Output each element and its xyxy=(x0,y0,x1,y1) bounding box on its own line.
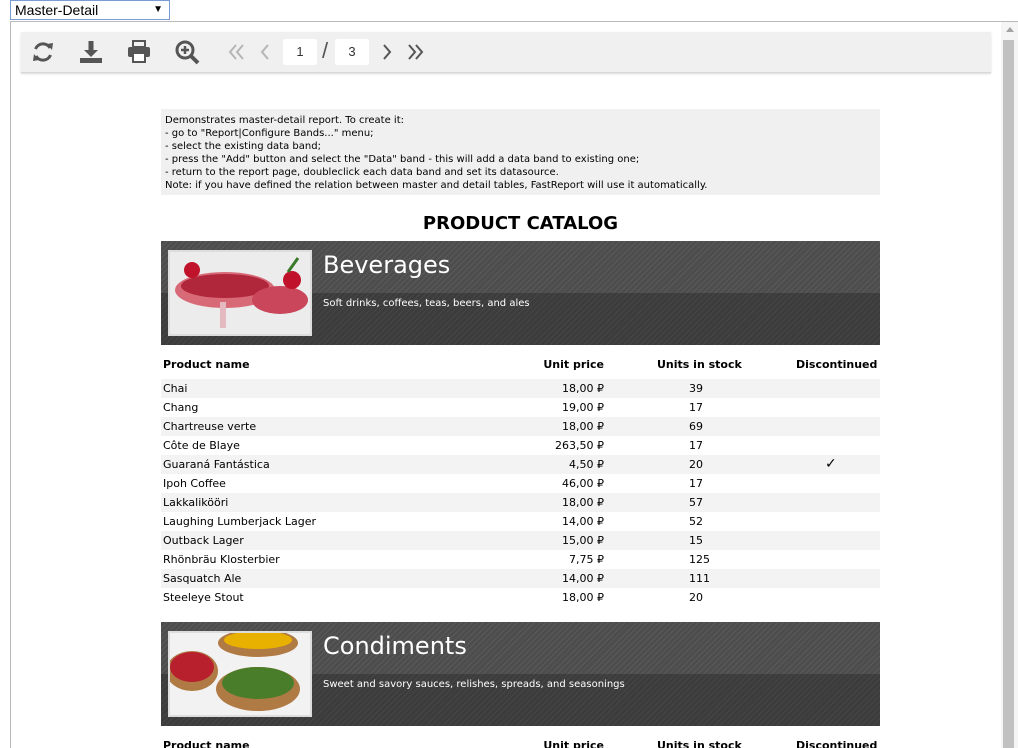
table-row: Sasquatch Ale 14,00 ₽ 111 xyxy=(161,569,880,588)
unit-price: 46,00 ₽ xyxy=(562,477,604,490)
product-name: Sasquatch Ale xyxy=(163,572,242,585)
units-in-stock: 20 xyxy=(689,591,703,604)
column-headers: Product name Unit price Units in stock D… xyxy=(161,345,880,375)
zoom-button[interactable] xyxy=(173,38,201,66)
category-name: Condiments xyxy=(323,632,467,660)
table-row: Ipoh Coffee 46,00 ₽ 17 xyxy=(161,474,880,493)
report-title: PRODUCT CATALOG xyxy=(422,213,619,234)
report-page: Demonstrates master-detail report. To cr… xyxy=(161,109,880,748)
units-in-stock: 39 xyxy=(689,382,703,395)
chevron-right-icon xyxy=(383,44,392,60)
product-name: Chartreuse verte xyxy=(163,420,257,433)
product-name: Guaraná Fantástica xyxy=(163,458,270,471)
unit-price: 7,75 ₽ xyxy=(569,553,604,566)
units-in-stock: 69 xyxy=(689,420,703,433)
print-button[interactable] xyxy=(125,38,153,66)
scroll-up-arrow-icon[interactable] xyxy=(1006,27,1014,32)
scroll-thumb[interactable] xyxy=(1003,40,1014,748)
category-photo-beverages xyxy=(168,250,312,336)
unit-price: 18,00 ₽ xyxy=(562,420,604,433)
unit-price: 263,50 ₽ xyxy=(555,439,604,452)
units-in-stock: 111 xyxy=(689,572,710,585)
category-description: Soft drinks, coffees, teas, beers, and a… xyxy=(323,298,530,309)
col-header-unit-price: Unit price xyxy=(543,739,604,748)
category-description: Sweet and savory sauces, relishes, sprea… xyxy=(323,679,625,690)
product-name: Lakkalikööri xyxy=(163,496,229,509)
page-separator: / xyxy=(322,38,329,63)
units-in-stock: 20 xyxy=(689,458,703,471)
col-header-discontinued: Discontinued xyxy=(796,739,878,748)
toolbar: 1 / 3 xyxy=(21,32,991,73)
table-row: Côte de Blaye 263,50 ₽ 17 xyxy=(161,436,880,455)
vertical-scrollbar[interactable] xyxy=(1001,22,1018,748)
unit-price: 4,50 ₽ xyxy=(569,458,604,471)
double-chevron-right-icon xyxy=(408,44,424,60)
col-header-units-in-stock: Units in stock xyxy=(657,358,742,371)
category-photo-condiments xyxy=(168,631,312,717)
unit-price: 18,00 ₽ xyxy=(562,382,604,395)
units-in-stock: 17 xyxy=(689,477,703,490)
report-description: Demonstrates master-detail report. To cr… xyxy=(161,109,880,195)
col-header-units-in-stock: Units in stock xyxy=(657,739,742,748)
product-name: Chang xyxy=(163,401,199,414)
product-name: Chai xyxy=(163,382,188,395)
category-band-condiments: Condiments Sweet and savory sauces, reli… xyxy=(161,622,880,726)
product-name: Ipoh Coffee xyxy=(163,477,226,490)
zoom-in-icon xyxy=(175,40,200,65)
units-in-stock: 17 xyxy=(689,439,703,452)
table-row: Chartreuse verte 18,00 ₽ 69 xyxy=(161,417,880,436)
table-row: Lakkalikööri 18,00 ₽ 57 xyxy=(161,493,880,512)
table-row: Guaraná Fantástica 4,50 ₽ 20 ✓ xyxy=(161,455,880,474)
total-pages: 3 xyxy=(335,39,369,65)
product-name: Laughing Lumberjack Lager xyxy=(163,515,317,528)
table-row: Rhönbräu Klosterbier 7,75 ₽ 125 xyxy=(161,550,880,569)
table-row: Chang 19,00 ₽ 17 xyxy=(161,398,880,417)
discontinued-check-icon: ✓ xyxy=(825,456,837,472)
product-table-beverages: Chai 18,00 ₽ 39 Chang 19,00 ₽ 17 Chartreuse … xyxy=(161,379,880,607)
unit-price: 14,00 ₽ xyxy=(562,515,604,528)
prev-page-button[interactable] xyxy=(254,38,276,66)
product-name: Côte de Blaye xyxy=(163,439,240,452)
unit-price: 15,00 ₽ xyxy=(562,534,604,547)
download-button[interactable] xyxy=(77,38,105,66)
column-headers: Product name Unit price Units in stock D… xyxy=(161,726,880,748)
units-in-stock: 125 xyxy=(689,553,710,566)
units-in-stock: 52 xyxy=(689,515,703,528)
current-page-input[interactable]: 1 xyxy=(283,39,317,65)
report-select[interactable]: Master-Detail ▼ xyxy=(10,0,170,20)
report-select-value: Master-Detail xyxy=(15,2,99,18)
report-viewer: 1 / 3 Demonstrates master-detail report.… xyxy=(10,21,1018,748)
first-page-button[interactable] xyxy=(226,38,248,66)
print-icon xyxy=(128,40,150,63)
unit-price: 18,00 ₽ xyxy=(562,496,604,509)
unit-price: 19,00 ₽ xyxy=(562,401,604,414)
next-page-button[interactable] xyxy=(376,38,398,66)
table-row: Steeleye Stout 18,00 ₽ 20 xyxy=(161,588,880,607)
units-in-stock: 15 xyxy=(689,534,703,547)
table-row: Chai 18,00 ₽ 39 xyxy=(161,379,880,398)
category-band-beverages: Beverages Soft drinks, coffees, teas, be… xyxy=(161,241,880,345)
download-icon xyxy=(80,41,102,63)
last-page-button[interactable] xyxy=(404,38,426,66)
table-row: Laughing Lumberjack Lager 14,00 ₽ 52 xyxy=(161,512,880,531)
refresh-icon xyxy=(33,42,53,62)
units-in-stock: 57 xyxy=(689,496,703,509)
col-header-product-name: Product name xyxy=(163,358,250,371)
col-header-unit-price: Unit price xyxy=(543,358,604,371)
product-name: Steeleye Stout xyxy=(163,591,244,604)
category-name: Beverages xyxy=(323,251,451,279)
unit-price: 18,00 ₽ xyxy=(562,591,604,604)
refresh-button[interactable] xyxy=(29,38,57,66)
col-header-discontinued: Discontinued xyxy=(796,358,878,371)
product-name: Rhönbräu Klosterbier xyxy=(163,553,280,566)
dropdown-arrow-icon: ▼ xyxy=(153,4,163,15)
double-chevron-left-icon xyxy=(228,44,244,60)
col-header-product-name: Product name xyxy=(163,739,250,748)
chevron-left-icon xyxy=(260,44,269,60)
table-row: Outback Lager 15,00 ₽ 15 xyxy=(161,531,880,550)
units-in-stock: 17 xyxy=(689,401,703,414)
product-name: Outback Lager xyxy=(163,534,244,547)
unit-price: 14,00 ₽ xyxy=(562,572,604,585)
